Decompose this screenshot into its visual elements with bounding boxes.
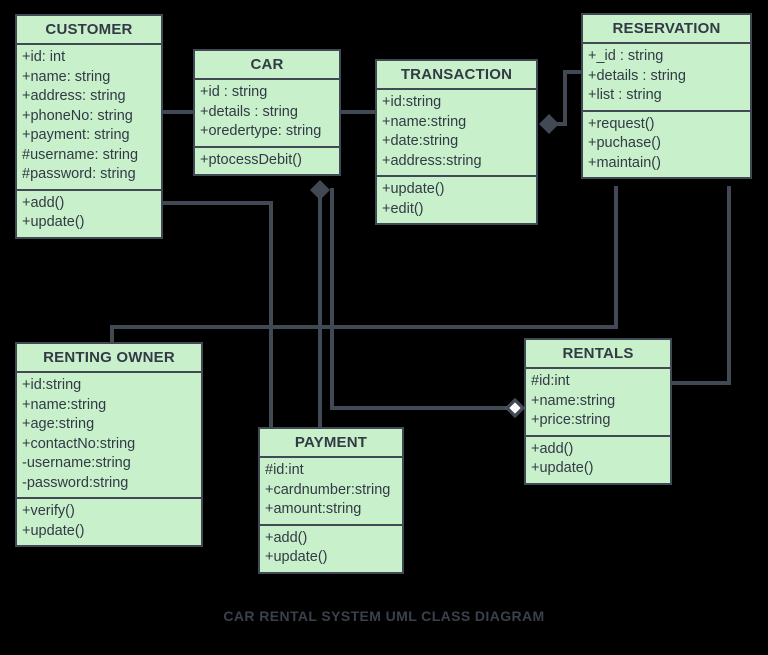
connector-reservation-bus-v [614,186,618,329]
class-methods-payment: +add() +update() [260,523,402,572]
attribute-row: +id : string [200,84,268,100]
method-row: +maintain() [588,154,661,171]
connector-reservation-rentals-v [727,186,731,383]
class-attributes-transaction: +id:string +name:string +date:string +ad… [377,90,536,175]
class-box-rentals[interactable]: RENTALS #id:int +name:string +price:stri… [524,338,672,485]
class-title-renting-owner: RENTING OWNER [17,344,201,373]
attribute-row: +details : string [200,103,298,120]
connector-car-rentals-v [330,188,334,410]
class-title-car: CAR [195,51,339,80]
class-attributes-reservation: +_id : string +details : string +list : … [583,44,750,110]
attribute-row: +name:string [22,396,107,413]
method-row: +update() [531,460,594,476]
method-row: +update() [22,214,85,230]
attribute-row: +price:string [531,412,611,428]
connector-transaction-reservation-v [563,70,567,124]
class-box-reservation[interactable]: RESERVATION +_id : string +details : str… [581,13,752,179]
connector-car-transaction [341,110,377,114]
class-box-customer[interactable]: CUSTOMER +id: int +name: string +address… [15,14,163,239]
method-row: +puchase() [588,135,661,151]
attribute-row: +id:string [22,377,82,393]
attribute-row: +name:string [382,113,467,130]
attribute-row: #username: string [22,146,139,163]
class-methods-transaction: +update() +edit() [377,175,536,223]
connector-customer-car [161,110,195,114]
connector-car-payment-v [318,188,322,429]
class-title-transaction: TRANSACTION [377,61,536,90]
method-row: +update() [265,549,328,565]
attribute-row: +details : string [588,67,686,84]
method-row: +ptocessDebit() [200,151,302,168]
class-methods-car: +ptocessDebit() [195,145,339,175]
class-attributes-car: +id : string +details : string +orederty… [195,80,339,146]
attribute-row: +_id : string [588,48,664,64]
class-title-reservation: RESERVATION [583,15,750,44]
class-methods-rentals: +add() +update() [526,434,670,483]
class-title-customer: CUSTOMER [17,16,161,45]
uml-class-diagram-canvas: CUSTOMER +id: int +name: string +address… [0,0,768,655]
method-row: +add() [22,194,65,211]
class-methods-customer: +add() +update() [17,188,161,237]
attribute-row: +date:string [382,133,459,149]
attribute-row: +name:string [531,392,616,409]
class-box-payment[interactable]: PAYMENT #id:int +cardnumber:string +amou… [258,427,404,574]
attribute-row: +id: int [22,49,66,65]
class-box-renting-owner[interactable]: RENTING OWNER +id:string +name:string +a… [15,342,203,547]
filled-diamond-transaction-reservation [539,114,559,134]
method-row: +request() [588,115,655,132]
connector-customer-payment-v [269,201,273,429]
attribute-row: +name: string [22,68,111,85]
diagram-caption: CAR RENTAL SYSTEM UML CLASS DIAGRAM [223,608,545,624]
class-attributes-customer: +id: int +name: string +address: string … [17,45,161,189]
class-box-transaction[interactable]: TRANSACTION +id:string +name:string +dat… [375,59,538,225]
attribute-row: +amount:string [265,501,362,517]
connector-reservation-rentals-h [671,381,731,385]
attribute-row: +age:string [22,416,95,432]
class-attributes-renting-owner: +id:string +name:string +age:string +con… [17,373,201,497]
hollow-diamond-car-rentals [505,398,525,418]
connector-reservation-rentingowner-h [110,325,618,329]
method-row: +update() [382,181,445,197]
attribute-row: +address: string [22,88,126,104]
attribute-row: -username:string [22,455,131,471]
filled-diamond-car-payment [310,180,330,200]
class-attributes-payment: #id:int +cardnumber:string +amount:strin… [260,458,402,524]
connector-transaction-reservation-h2 [563,70,583,74]
method-row: +add() [265,529,308,546]
attribute-row: +payment: string [22,127,130,143]
method-row: +verify() [22,503,75,519]
attribute-row: +oredertype: string [200,123,322,139]
attribute-row: #password: string [22,166,136,182]
class-methods-reservation: +request() +puchase() +maintain() [583,109,750,178]
class-attributes-rentals: #id:int +name:string +price:string [526,369,670,435]
attribute-row: +contactNo:string [22,435,136,452]
attribute-row: +address:string [382,152,482,169]
attribute-row: #id:int [265,462,304,478]
attribute-row: #id:int [531,373,570,389]
attribute-row: +phoneNo: string [22,107,133,124]
attribute-row: +id:string [382,94,442,110]
method-row: +add() [531,440,574,457]
class-title-rentals: RENTALS [526,340,670,369]
attribute-row: -password:string [22,474,129,491]
class-title-payment: PAYMENT [260,429,402,458]
method-row: +edit() [382,200,424,217]
attribute-row: +cardnumber:string [265,481,391,498]
class-methods-renting-owner: +verify() +update() [17,497,201,545]
connector-car-rentals-h [330,406,518,410]
class-box-car[interactable]: CAR +id : string +details : string +ored… [193,49,341,176]
connector-customer-payment-h [161,201,273,205]
method-row: +update() [22,522,85,539]
attribute-row: +list : string [588,87,662,103]
